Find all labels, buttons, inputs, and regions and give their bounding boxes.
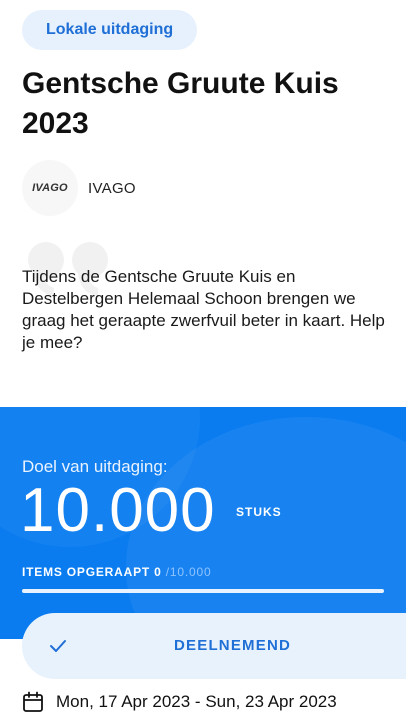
challenge-description: Tijdens de Gentsche Gruute Kuis en Deste… <box>22 267 385 352</box>
items-collected-value: 0 <box>154 565 162 579</box>
challenge-title: Gentsche Gruute Kuis 2023 <box>22 67 339 140</box>
check-icon <box>50 640 66 652</box>
date-range-text: Mon, 17 Apr 2023 - Sun, 23 Apr 2023 <box>56 692 337 711</box>
items-collected-total: /10.000 <box>165 565 212 579</box>
progress-bar <box>22 589 384 593</box>
goal-label: Doel van uitdaging: <box>22 457 168 476</box>
challenge-type-chip: Lokale uitdaging <box>22 10 198 50</box>
calendar-icon <box>23 691 43 712</box>
join-button[interactable]: DEELNEMEND <box>22 613 406 679</box>
items-collected-label: ITEMS OPGERAAPT <box>22 565 151 579</box>
items-collected: ITEMS OPGERAAPT 0 /10.000 <box>22 565 211 579</box>
join-button-label: DEELNEMEND <box>174 637 292 654</box>
organizer-logo-text: IVAGO <box>32 182 68 194</box>
goal-unit: STUKS <box>236 505 282 519</box>
goal-value: 10.000 <box>20 476 216 545</box>
goal-card: Doel van uitdaging: 10.000 STUKS ITEMS O… <box>0 407 406 639</box>
organizer-logo: IVAGO <box>22 160 78 216</box>
organizer-name: IVAGO <box>88 179 136 197</box>
date-range: Mon, 17 Apr 2023 - Sun, 23 Apr 2023 <box>22 690 402 714</box>
organizer[interactable]: IVAGO IVAGO <box>22 160 382 216</box>
